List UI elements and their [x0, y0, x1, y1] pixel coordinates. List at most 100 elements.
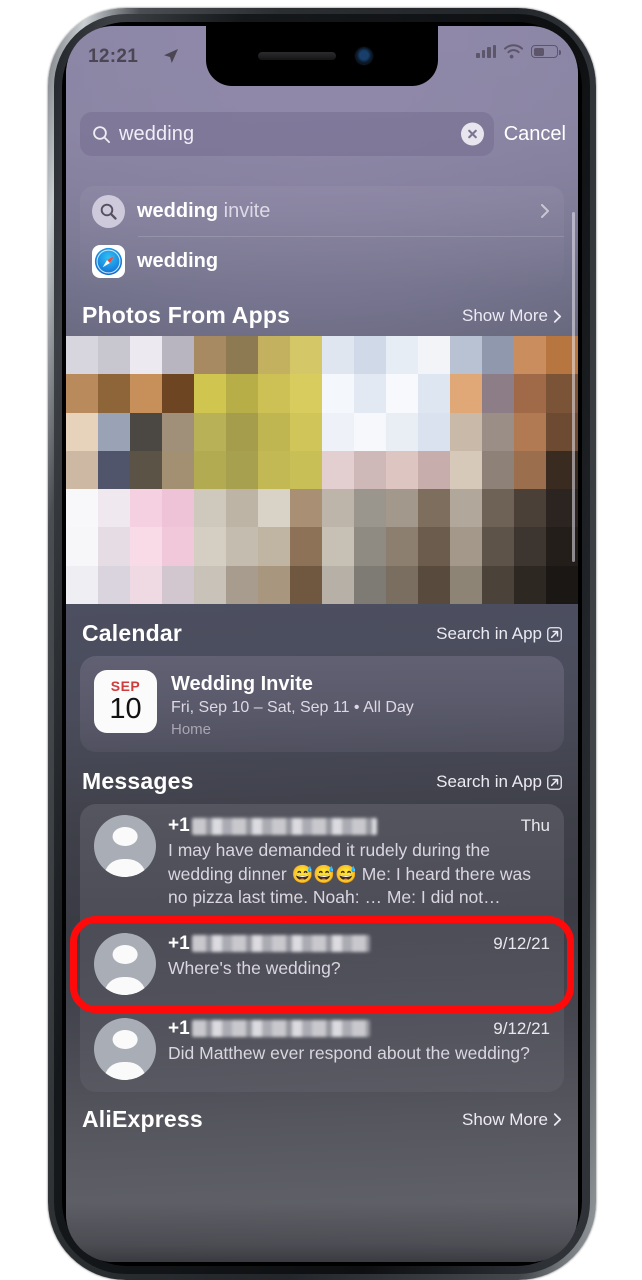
message-row[interactable]: +1 Thu I may have demanded it rudely dur… [80, 804, 564, 922]
photo-tile[interactable] [450, 412, 482, 451]
search-results-scroll-area[interactable]: wedding invite wedding Photos From Apps … [66, 164, 578, 1262]
photo-tile[interactable] [130, 527, 162, 566]
photo-tile[interactable] [418, 489, 450, 528]
photo-tile[interactable] [162, 450, 194, 490]
photo-tile[interactable] [386, 565, 418, 604]
photo-tile[interactable] [98, 565, 130, 604]
photo-tile[interactable] [194, 450, 226, 490]
photo-tile[interactable] [354, 336, 386, 375]
photo-tile[interactable] [354, 489, 386, 528]
photo-tile[interactable] [386, 336, 418, 375]
message-row-where-is-the-wedding[interactable]: +1 9/12/21 Where's the wedding? [80, 922, 564, 1007]
photo-tile[interactable] [290, 412, 322, 451]
photo-tile[interactable] [162, 374, 194, 413]
photo-tile[interactable] [226, 489, 258, 528]
photo-tile[interactable] [66, 336, 98, 375]
photo-tile[interactable] [322, 527, 354, 566]
photo-tile[interactable] [130, 374, 162, 413]
photo-tile[interactable] [98, 412, 130, 451]
photo-tile[interactable] [386, 450, 418, 490]
photo-tile[interactable] [386, 527, 418, 566]
photos-from-apps-grid[interactable] [66, 336, 578, 604]
photo-tile[interactable] [354, 565, 386, 604]
photo-tile[interactable] [66, 527, 98, 566]
photo-tile[interactable] [322, 412, 354, 451]
photo-tile[interactable] [482, 527, 514, 566]
photo-tile[interactable] [386, 489, 418, 528]
photo-tile[interactable] [162, 527, 194, 566]
photo-tile[interactable] [514, 450, 546, 490]
photo-tile[interactable] [418, 336, 450, 375]
photo-tile[interactable] [514, 412, 546, 451]
photo-tile[interactable] [450, 527, 482, 566]
photo-tile[interactable] [514, 489, 546, 528]
photo-tile[interactable] [322, 489, 354, 528]
photo-tile[interactable] [130, 489, 162, 528]
photo-tile[interactable] [66, 412, 98, 451]
photo-tile[interactable] [226, 450, 258, 490]
photo-tile[interactable] [226, 527, 258, 566]
clear-search-button[interactable] [460, 122, 484, 146]
show-more-aliexpress-button[interactable]: Show More [462, 1110, 562, 1133]
photo-tile[interactable] [354, 374, 386, 413]
cancel-button[interactable]: Cancel [504, 123, 568, 146]
search-in-app-calendar-button[interactable]: Search in App [436, 624, 562, 647]
photo-tile[interactable] [322, 336, 354, 375]
photo-tile[interactable] [98, 336, 130, 375]
photo-tile[interactable] [450, 450, 482, 490]
photo-tile[interactable] [66, 489, 98, 528]
photo-tile[interactable] [66, 450, 98, 490]
photo-tile[interactable] [418, 450, 450, 490]
photo-tile[interactable] [514, 565, 546, 604]
photo-tile[interactable] [290, 489, 322, 528]
photo-tile[interactable] [514, 336, 546, 375]
photo-tile[interactable] [98, 527, 130, 566]
photo-tile[interactable] [258, 450, 290, 490]
photo-tile[interactable] [194, 489, 226, 528]
photo-tile[interactable] [450, 336, 482, 375]
photo-tile[interactable] [354, 527, 386, 566]
photo-tile[interactable] [482, 412, 514, 451]
photo-tile[interactable] [386, 374, 418, 413]
photo-tile[interactable] [482, 374, 514, 413]
photo-tile[interactable] [162, 412, 194, 451]
photo-tile[interactable] [450, 374, 482, 413]
photo-tile[interactable] [482, 450, 514, 490]
photo-tile[interactable] [482, 489, 514, 528]
photo-tile[interactable] [258, 489, 290, 528]
search-input[interactable]: wedding [80, 112, 494, 156]
photo-tile[interactable] [418, 565, 450, 604]
photo-tile[interactable] [194, 336, 226, 375]
photo-tile[interactable] [290, 565, 322, 604]
photo-tile[interactable] [322, 374, 354, 413]
photo-tile[interactable] [418, 374, 450, 413]
photo-tile[interactable] [354, 450, 386, 490]
photo-tile[interactable] [418, 412, 450, 451]
photo-tile[interactable] [514, 374, 546, 413]
photo-tile[interactable] [98, 489, 130, 528]
photo-tile[interactable] [450, 489, 482, 528]
photo-tile[interactable] [258, 336, 290, 375]
show-more-photos-button[interactable]: Show More [462, 306, 562, 329]
photo-tile[interactable] [226, 336, 258, 375]
photo-tile[interactable] [162, 489, 194, 528]
photo-tile[interactable] [194, 565, 226, 604]
photo-tile[interactable] [226, 374, 258, 413]
photo-tile[interactable] [258, 374, 290, 413]
photo-tile[interactable] [194, 412, 226, 451]
calendar-result-card[interactable]: SEP 10 Wedding Invite Fri, Sep 10 – Sat,… [80, 656, 564, 752]
calendar-event-row[interactable]: SEP 10 Wedding Invite Fri, Sep 10 – Sat,… [80, 656, 564, 752]
photo-tile[interactable] [226, 565, 258, 604]
photo-tile[interactable] [290, 450, 322, 490]
photo-tile[interactable] [130, 412, 162, 451]
photo-tile[interactable] [322, 565, 354, 604]
photo-tile[interactable] [482, 336, 514, 375]
message-row[interactable]: +1 9/12/21 Did Matthew ever respond abou… [80, 1007, 564, 1092]
photo-tile[interactable] [258, 527, 290, 566]
photo-tile[interactable] [66, 565, 98, 604]
photo-tile[interactable] [162, 565, 194, 604]
photo-tile[interactable] [290, 336, 322, 375]
photo-tile[interactable] [418, 527, 450, 566]
photo-tile[interactable] [258, 565, 290, 604]
photo-tile[interactable] [98, 450, 130, 490]
